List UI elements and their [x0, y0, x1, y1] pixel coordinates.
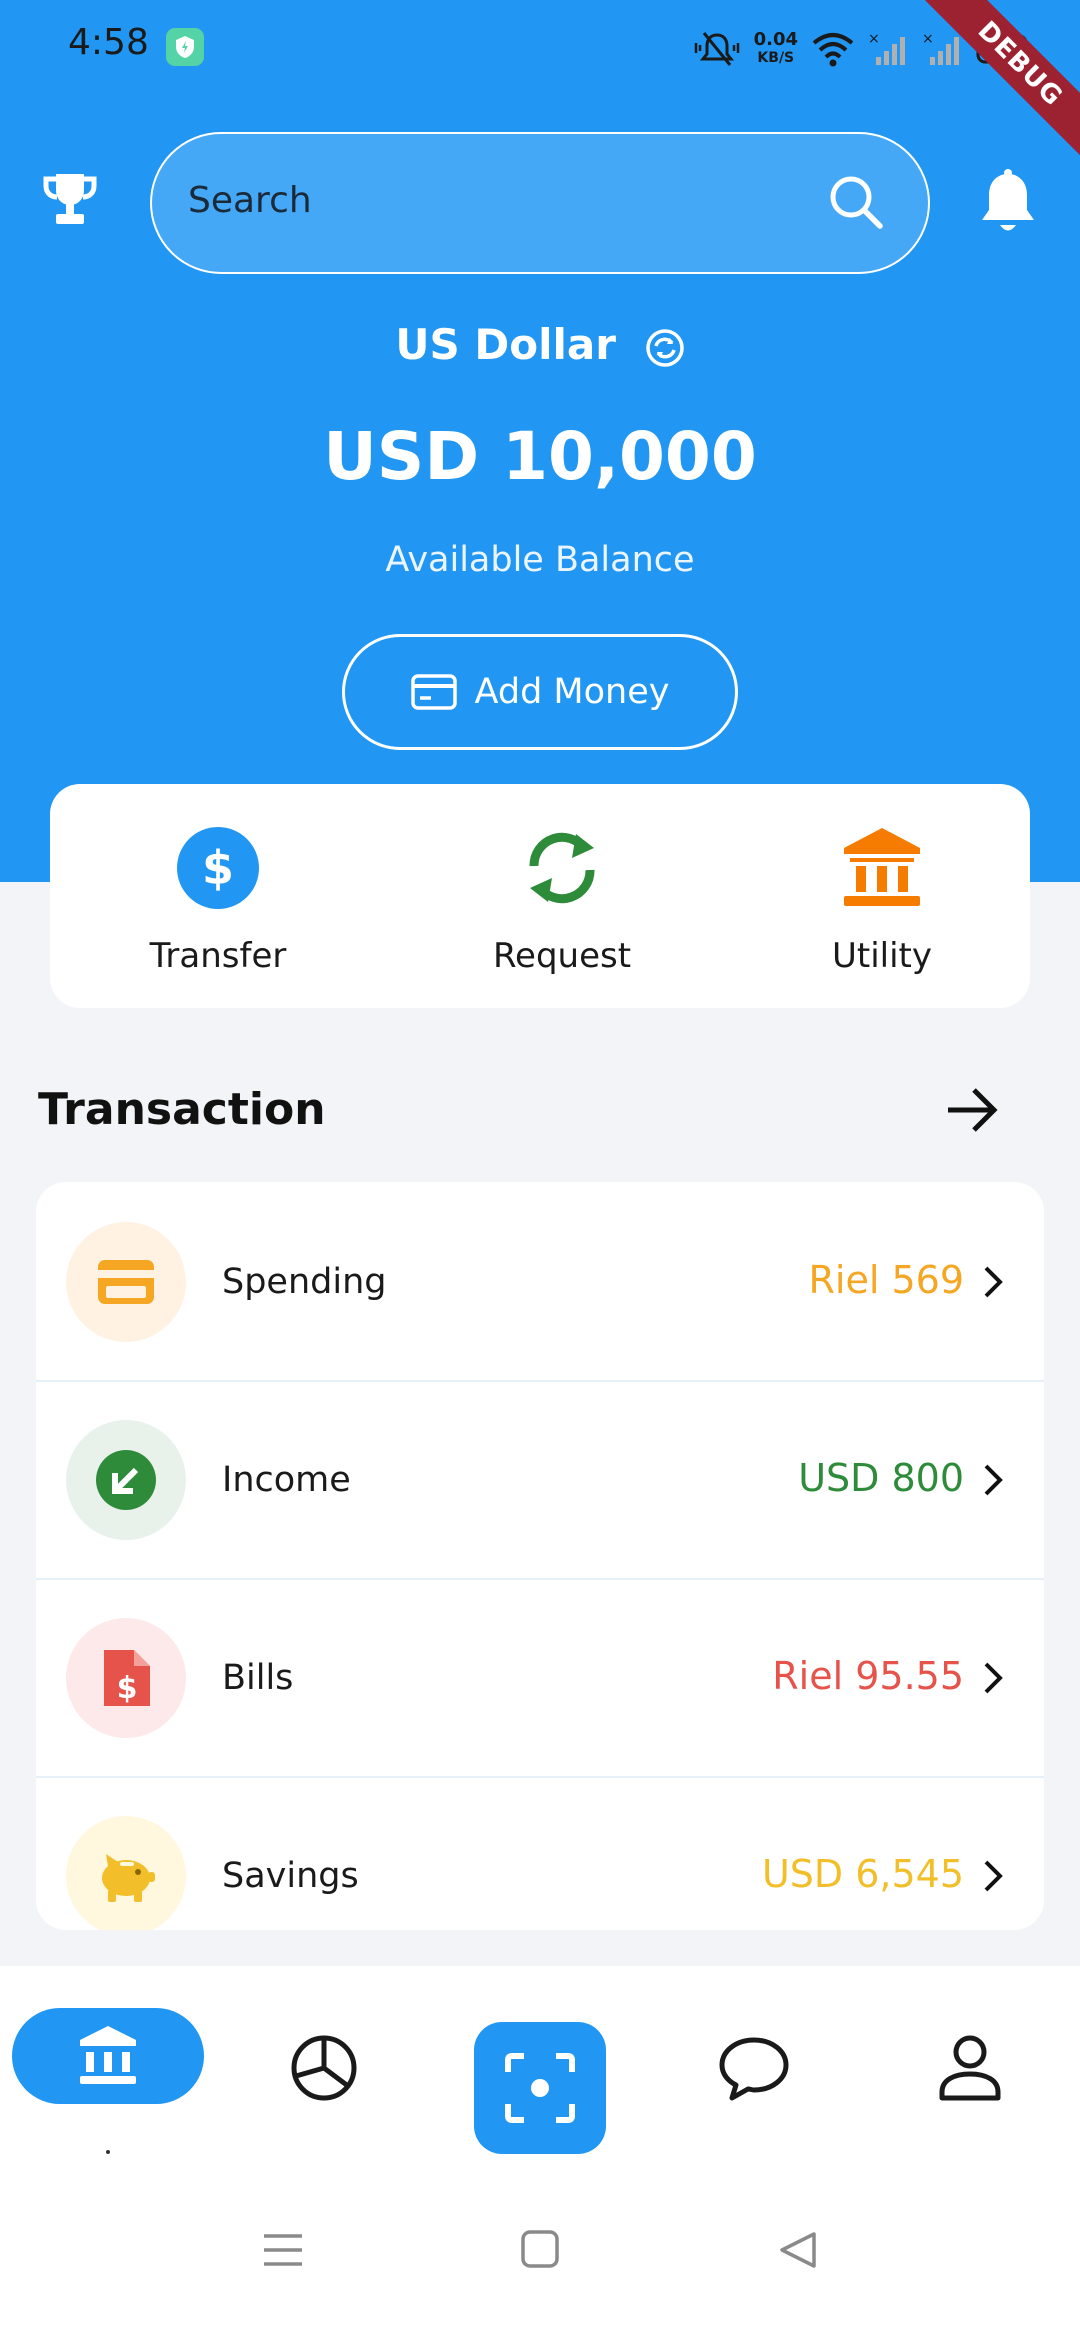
switch-currency-icon[interactable]: [645, 328, 685, 368]
search-input[interactable]: Search: [150, 132, 930, 274]
shield-app-icon: [166, 28, 204, 66]
transaction-name: Spending: [222, 1262, 387, 1302]
transaction-row-income[interactable]: Income USD 800: [36, 1380, 1044, 1580]
arrow-right-icon[interactable]: [944, 1082, 1000, 1138]
transaction-title: Transaction: [38, 1084, 326, 1135]
quick-actions-card: $ Transfer Request Utility: [50, 784, 1030, 1008]
request-label: Request: [492, 936, 632, 976]
chevron-right-icon: [984, 1860, 1003, 1892]
bank-icon: [844, 828, 920, 906]
transaction-row-bills[interactable]: $ Bills Riel 95.55: [36, 1578, 1044, 1778]
trophy-icon[interactable]: [40, 170, 100, 230]
svg-text:×: ×: [868, 31, 880, 47]
home-square-icon[interactable]: [521, 2230, 559, 2268]
signal-icon-sim2: ×: [922, 31, 959, 65]
menu-icon[interactable]: [264, 2234, 302, 2266]
transfer-label: Transfer: [149, 936, 287, 976]
transfer-action[interactable]: $ Transfer: [98, 826, 338, 976]
utility-action[interactable]: Utility: [762, 826, 1002, 976]
svg-text:$: $: [117, 1671, 138, 1706]
status-time: 4:58: [68, 22, 149, 63]
back-icon[interactable]: [780, 2232, 816, 2268]
transaction-amount: Riel 95.55: [772, 1654, 964, 1698]
utility-label: Utility: [831, 936, 932, 976]
bottom-navigation: [0, 1966, 1080, 2340]
transaction-name: Savings: [222, 1856, 359, 1896]
transaction-amount: Riel 569: [808, 1258, 964, 1302]
chevron-right-icon: [984, 1662, 1003, 1694]
refresh-icon: [529, 832, 595, 904]
scan-icon: [505, 2053, 575, 2123]
net-speed-unit: KB/S: [757, 50, 795, 66]
pie-chart-icon[interactable]: [288, 2032, 360, 2104]
profile-icon[interactable]: [934, 2032, 1006, 2104]
signal-icon-sim1: ×: [868, 31, 905, 65]
notification-bell-icon[interactable]: [976, 168, 1040, 238]
income-icon-badge: [66, 1420, 186, 1540]
balance-label: Available Balance: [385, 540, 695, 580]
spending-icon-badge: [66, 1222, 186, 1342]
card-icon: [410, 674, 457, 710]
system-navigation-bar: [264, 2230, 816, 2268]
dollar-circle-icon: $: [177, 827, 259, 909]
chevron-right-icon: [984, 1266, 1003, 1298]
arrow-down-left-icon: [96, 1450, 156, 1510]
transaction-row-savings[interactable]: Savings USD 6,545: [36, 1776, 1044, 1930]
transaction-row-spending[interactable]: Spending Riel 569: [36, 1182, 1044, 1382]
net-speed: 0.04 KB/S: [754, 31, 798, 67]
currency-name: US Dollar: [395, 320, 616, 369]
bills-icon-badge: $: [66, 1618, 186, 1738]
request-action[interactable]: Request: [442, 826, 682, 976]
svg-text:$: $: [202, 841, 234, 895]
card-icon: [98, 1260, 154, 1304]
scan-button[interactable]: [474, 2022, 606, 2154]
invoice-icon: $: [104, 1650, 150, 1706]
savings-icon-badge: [66, 1816, 186, 1930]
transaction-amount: USD 800: [798, 1456, 964, 1500]
transaction-list: Spending Riel 569 Income USD 800 $ Bills…: [36, 1182, 1044, 1930]
mute-bell-icon: [694, 32, 739, 66]
bank-icon: [80, 2026, 136, 2084]
svg-text:×: ×: [922, 31, 934, 47]
add-money-button[interactable]: Add Money: [342, 634, 738, 750]
transaction-name: Bills: [222, 1658, 294, 1698]
wifi-icon: [812, 33, 854, 67]
currency-selector[interactable]: US Dollar: [0, 320, 1080, 369]
search-icon[interactable]: [826, 172, 886, 232]
status-bar: 4:58 0.04 KB/S × × DEBUG: [0, 0, 1080, 172]
transaction-name: Income: [222, 1460, 351, 1500]
chat-icon[interactable]: [718, 2032, 790, 2104]
balance-amount: USD 10,000: [323, 418, 757, 495]
net-speed-value: 0.04: [753, 29, 798, 50]
add-money-label: Add Money: [474, 672, 670, 712]
search-placeholder: Search: [188, 180, 312, 221]
piggy-bank-icon: [102, 1854, 155, 1902]
chevron-right-icon: [984, 1464, 1003, 1496]
transaction-amount: USD 6,545: [761, 1852, 964, 1896]
active-indicator-dot: [106, 2150, 110, 2154]
nav-home-tab[interactable]: [12, 2008, 204, 2104]
